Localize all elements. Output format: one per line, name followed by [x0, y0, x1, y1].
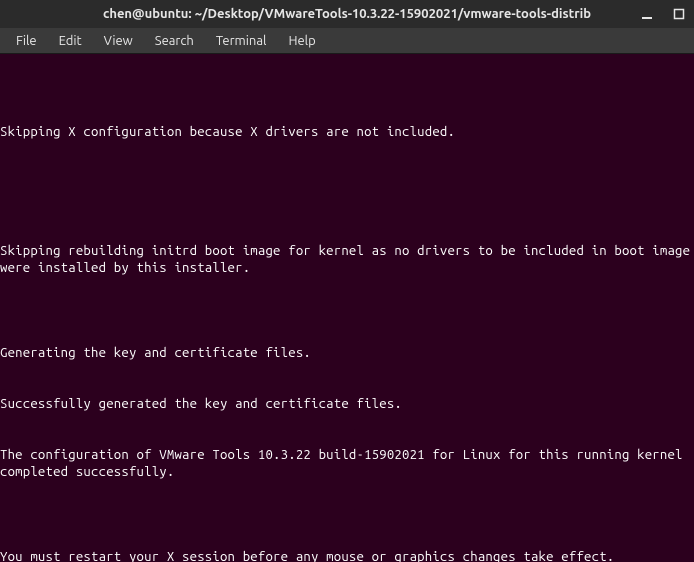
- terminal-line: The configuration of VMware Tools 10.3.2…: [0, 447, 694, 481]
- menu-help[interactable]: Help: [278, 31, 325, 51]
- titlebar: chen@ubuntu: ~/Desktop/VMwareTools-10.3.…: [0, 0, 694, 28]
- minimize-button[interactable]: [640, 7, 654, 21]
- terminal-line: Generating the key and certificate files…: [0, 345, 694, 362]
- terminal-line: Skipping X configuration because X drive…: [0, 124, 694, 141]
- menubar: File Edit View Search Terminal Help: [0, 28, 694, 54]
- menu-terminal[interactable]: Terminal: [206, 31, 277, 51]
- window-title: chen@ubuntu: ~/Desktop/VMwareTools-10.3.…: [103, 7, 591, 21]
- menu-edit[interactable]: Edit: [49, 31, 92, 51]
- terminal-line: Skipping rebuilding initrd boot image fo…: [0, 243, 694, 277]
- menu-file[interactable]: File: [6, 31, 47, 51]
- terminal-line: You must restart your X session before a…: [0, 549, 694, 562]
- menu-view[interactable]: View: [94, 31, 143, 51]
- window-controls: [640, 7, 686, 21]
- terminal-output[interactable]: Skipping X configuration because X drive…: [0, 54, 694, 562]
- maximize-button[interactable]: [672, 7, 686, 21]
- terminal-line: Successfully generated the key and certi…: [0, 396, 694, 413]
- menu-search[interactable]: Search: [145, 31, 204, 51]
